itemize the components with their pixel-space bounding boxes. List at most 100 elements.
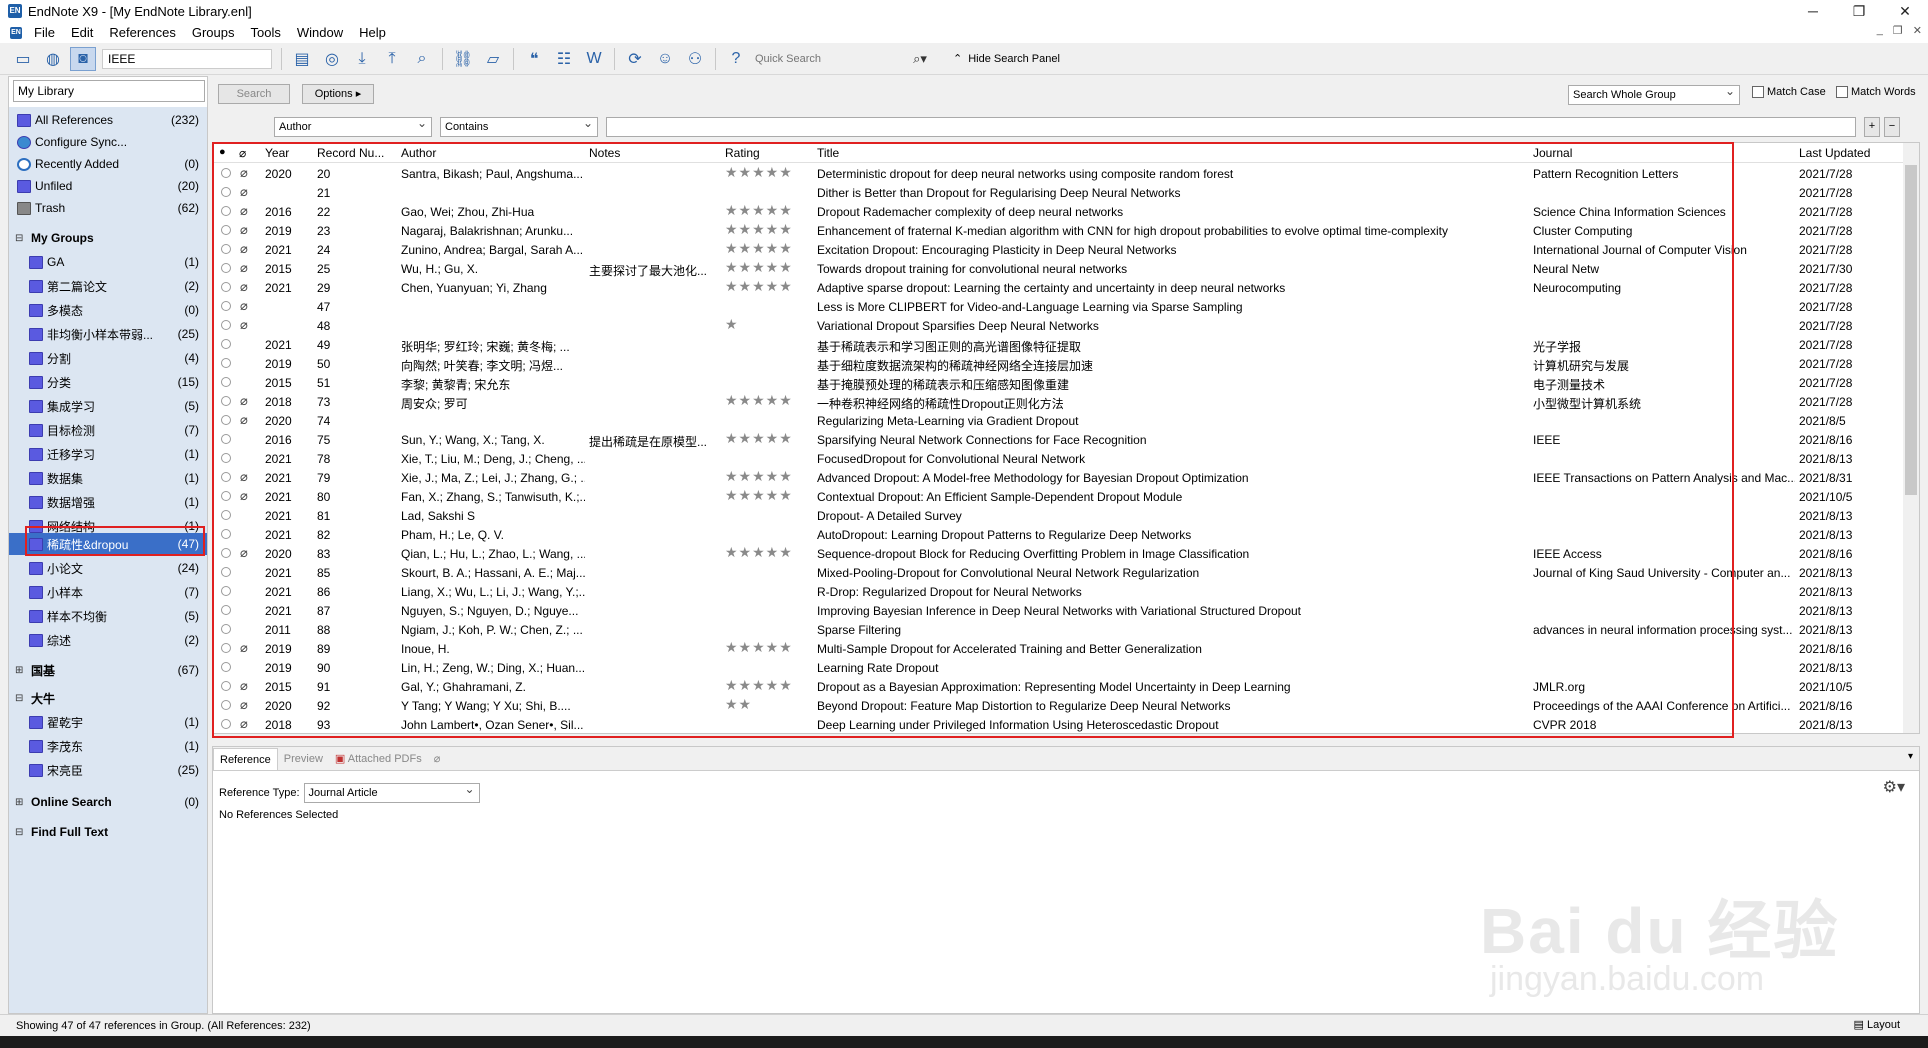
settings-gear-icon[interactable]: ⚙▾	[1883, 777, 1905, 797]
sidebar-group-item[interactable]: 李茂东 (1)	[9, 735, 207, 757]
integrated-library-mode-icon[interactable]: ◙	[70, 46, 96, 71]
library-selector[interactable]: My Library	[13, 80, 205, 102]
group-icon	[29, 351, 43, 365]
collapse-icon[interactable]: ⊟	[15, 233, 27, 244]
online-search-icon[interactable]: ◎	[319, 47, 345, 71]
sidebar-item-configure-sync[interactable]: Configure Sync...	[9, 131, 207, 153]
menu-groups[interactable]: Groups	[184, 22, 243, 43]
group-set-daniu[interactable]: ⊟ 大牛	[9, 687, 207, 709]
add-search-row-icon[interactable]: +	[1864, 117, 1880, 137]
sidebar-group-item[interactable]: 分割 (4)	[9, 347, 207, 369]
open-file-icon[interactable]: ▱	[480, 47, 506, 71]
maximize-icon[interactable]: ❐	[1836, 0, 1882, 22]
sidebar-item-trash[interactable]: Trash (62)	[9, 197, 207, 219]
find-full-text-header[interactable]: ⊟ Find Full Text	[9, 821, 207, 843]
minimize-icon[interactable]: ─	[1790, 0, 1836, 22]
tab-attached-pdfs[interactable]: ▣ Attached PDFs	[329, 748, 428, 770]
format-bibliography-icon[interactable]: ☷	[551, 47, 577, 71]
doc-icon: EN	[10, 26, 22, 39]
search-term-input[interactable]	[606, 117, 1856, 137]
menu-window[interactable]: Window	[289, 22, 351, 43]
tab-preview[interactable]: Preview	[278, 748, 329, 770]
hide-search-panel-button[interactable]: ⌃ Hide Search Panel	[953, 52, 1060, 66]
sidebar-item-all-references[interactable]: All References (232)	[9, 109, 207, 131]
search-button[interactable]: Search	[218, 84, 290, 104]
sidebar-group-item[interactable]: 小论文 (24)	[9, 557, 207, 579]
export-icon[interactable]: ⤒	[379, 47, 405, 71]
quick-search-input[interactable]	[751, 48, 901, 69]
menu-edit[interactable]: Edit	[63, 22, 101, 43]
doc-restore-icon[interactable]: ❐	[1893, 24, 1903, 37]
search-field-select[interactable]: Author	[274, 114, 432, 137]
collapse-icon[interactable]: ⊟	[15, 827, 27, 838]
share-icon[interactable]: ☺	[652, 47, 678, 71]
output-style-select[interactable]: IEEE	[102, 48, 272, 69]
insert-citation-icon[interactable]: ❝	[521, 47, 547, 71]
sidebar-group-item[interactable]: 综述 (2)	[9, 629, 207, 651]
cell-last-updated: 2021/7/30	[1799, 262, 1853, 276]
close-icon[interactable]: ✕	[1882, 0, 1928, 22]
remove-search-row-icon[interactable]: −	[1884, 117, 1900, 137]
sidebar-group-item[interactable]: 多模态 (0)	[9, 299, 207, 321]
group-set-guoji[interactable]: ⊞ 国基 (67)	[9, 659, 207, 681]
menu-tools[interactable]: Tools	[242, 22, 288, 43]
doc-minimize-icon[interactable]: _	[1877, 24, 1883, 37]
scrollbar-thumb[interactable]	[1905, 165, 1917, 495]
manage-sharing-icon[interactable]: ⚇	[682, 47, 708, 71]
expand-icon[interactable]: ⊞	[15, 665, 27, 676]
sidebar-group-item[interactable]: 数据集 (1)	[9, 467, 207, 489]
reference-type-select[interactable]: Journal Article	[303, 780, 480, 803]
match-words-checkbox[interactable]: Match Words	[1836, 86, 1916, 98]
options-button[interactable]: Options ▸	[302, 84, 374, 104]
import-icon[interactable]: ⤓	[349, 47, 375, 71]
sidebar-group-item[interactable]: 数据增强 (1)	[9, 491, 207, 513]
find-full-text-icon[interactable]: ⌕	[409, 47, 435, 71]
sync-icon[interactable]: ⟳	[622, 47, 648, 71]
collapse-icon[interactable]: ⊟	[15, 693, 27, 704]
chevron-up-icon: ⌃	[953, 53, 963, 65]
search-scope-select[interactable]: Search Whole Group	[1568, 82, 1740, 105]
sidebar-group-item[interactable]: 翟乾宇 (1)	[9, 711, 207, 733]
local-library-mode-icon[interactable]: ▭	[10, 47, 36, 71]
status-bar: Showing 47 of 47 references in Group. (A…	[0, 1014, 1928, 1036]
sidebar-group-item[interactable]: GA (1)	[9, 251, 207, 273]
menu-help[interactable]: Help	[351, 22, 394, 43]
sidebar-group-item[interactable]: 小样本 (7)	[9, 581, 207, 603]
column-header-last-updated[interactable]: Last Updated	[1799, 146, 1870, 160]
online-search-mode-icon[interactable]: ◍	[40, 47, 66, 71]
copy-formatted-icon[interactable]: ▤	[289, 47, 315, 71]
search-operator-select[interactable]: Contains	[440, 114, 598, 137]
open-link-icon[interactable]: ⛓	[450, 47, 476, 71]
sidebar-group-item[interactable]: 集成学习 (5)	[9, 395, 207, 417]
cell-last-updated: 2021/7/28	[1799, 376, 1853, 390]
doc-close-icon[interactable]: ✕	[1913, 24, 1922, 37]
sidebar-group-item[interactable]: 非均衡小样本带弱... (25)	[9, 323, 207, 345]
expand-icon[interactable]: ⊞	[15, 797, 27, 808]
help-icon[interactable]: ?	[723, 47, 749, 71]
sidebar-item-unfiled[interactable]: Unfiled (20)	[9, 175, 207, 197]
cell-last-updated: 2021/7/28	[1799, 224, 1853, 238]
online-search-header[interactable]: ⊞ Online Search (0)	[9, 791, 207, 813]
word-icon[interactable]: W	[581, 47, 607, 71]
search-icon[interactable]: ⌕▾	[903, 47, 937, 71]
sidebar-group-item[interactable]: 目标检测 (7)	[9, 419, 207, 441]
menu-references[interactable]: References	[101, 22, 183, 43]
panel-menu-icon[interactable]: ▾	[1908, 751, 1913, 762]
menu-file[interactable]: File	[26, 22, 63, 43]
sidebar-group-item[interactable]: 样本不均衡 (5)	[9, 605, 207, 627]
baidu-watermark-url: jingyan.baidu.com	[1490, 960, 1765, 998]
attach-file-icon[interactable]: ⌀	[428, 748, 447, 770]
group-icon	[29, 609, 43, 623]
tab-reference[interactable]: Reference	[213, 748, 278, 770]
table-scrollbar[interactable]	[1903, 143, 1919, 733]
match-case-checkbox[interactable]: Match Case	[1752, 86, 1826, 98]
group-icon	[29, 447, 43, 461]
layout-button[interactable]: ▤ Layout	[1854, 1018, 1900, 1031]
sidebar-group-item[interactable]: 分类 (15)	[9, 371, 207, 393]
sidebar-group-item[interactable]: 第二篇论文 (2)	[9, 275, 207, 297]
cell-last-updated: 2021/8/16	[1799, 433, 1853, 447]
my-groups-header[interactable]: ⊟ My Groups	[9, 227, 207, 249]
sidebar-group-item[interactable]: 迁移学习 (1)	[9, 443, 207, 465]
sidebar-group-item[interactable]: 宋亮臣 (25)	[9, 759, 207, 781]
sidebar-item-recently-added[interactable]: Recently Added (0)	[9, 153, 207, 175]
